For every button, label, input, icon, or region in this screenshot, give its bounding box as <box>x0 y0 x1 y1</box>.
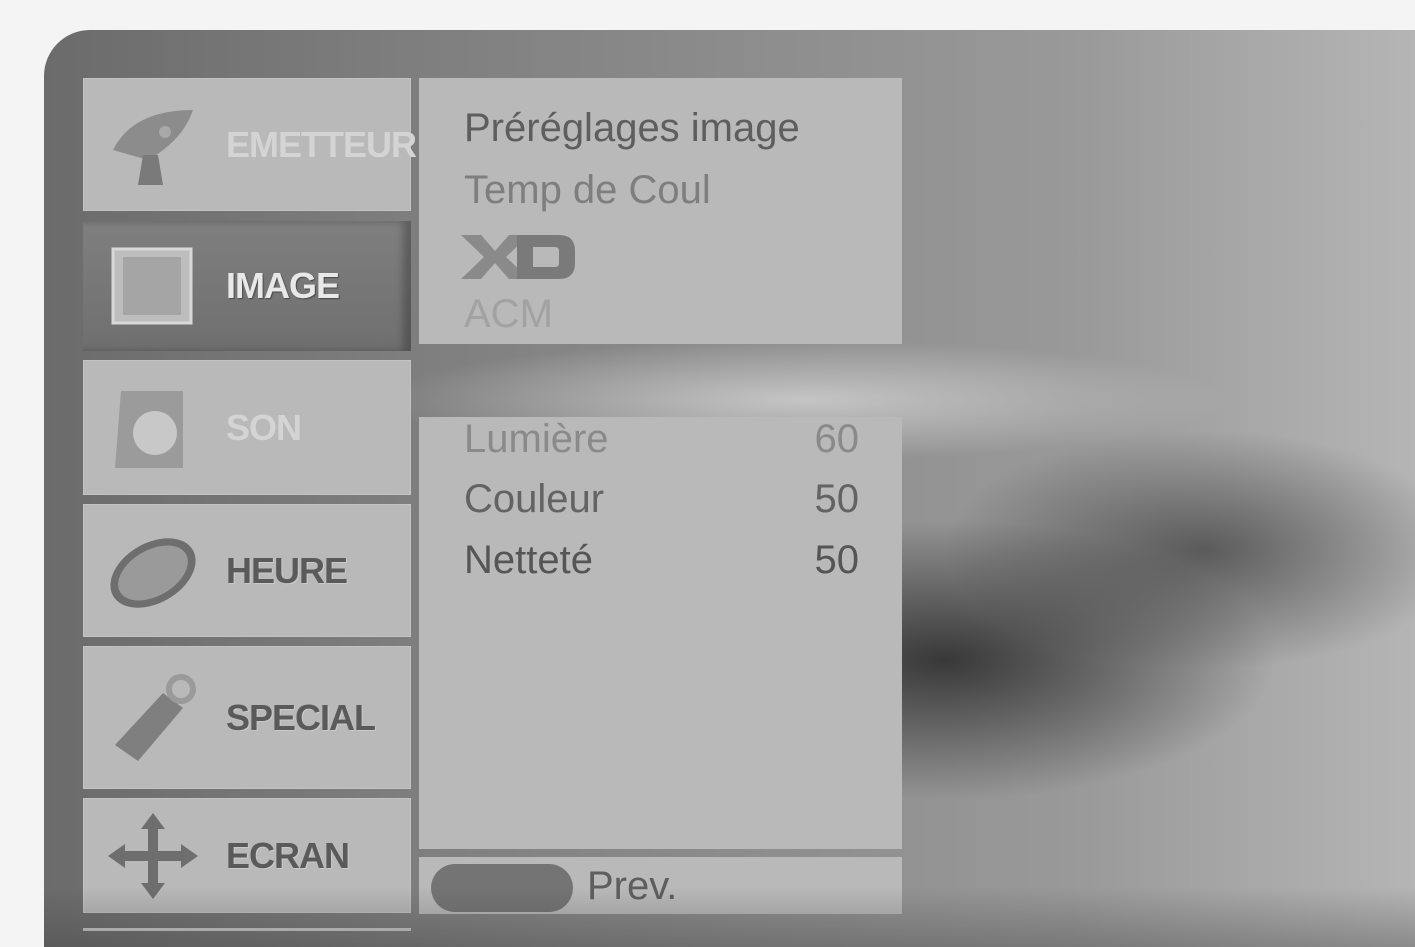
menu-item-xd[interactable] <box>459 233 579 286</box>
row-value: 50 <box>814 538 860 582</box>
tab-image[interactable]: IMAGE <box>83 221 411 351</box>
prev-label: Prev. <box>587 864 678 908</box>
row-value: 50 <box>814 477 860 521</box>
image-submenu-panel: Préréglages image Temp de Coul ACM <box>419 78 902 344</box>
picture-frame-icon <box>111 247 193 325</box>
adjustment-row-nettete[interactable]: Netteté 50 <box>464 538 859 586</box>
tv-osd-menu: EMETTEUR IMAGE SON HEURE SPECIAL ECRAN P… <box>44 30 1415 947</box>
tab-special[interactable]: SPECIAL <box>83 646 411 789</box>
footer-bar: Prev. <box>419 857 902 914</box>
speaker-icon <box>115 390 183 468</box>
tab-son[interactable]: SON <box>83 360 411 495</box>
row-value: 60 <box>814 417 860 461</box>
prev-key-button[interactable] <box>431 864 573 912</box>
tab-label: EMETTEUR <box>226 123 417 165</box>
tab-label: IMAGE <box>226 265 340 306</box>
adjustment-panel: Lumière 60 Couleur 50 Netteté 50 <box>419 417 902 849</box>
sidebar-divider <box>83 928 411 931</box>
satellite-dish-icon <box>113 109 193 185</box>
row-name: Netteté <box>464 538 593 582</box>
tag-icon <box>115 673 196 761</box>
menu-item-temp-couleur[interactable]: Temp de Coul <box>464 168 711 213</box>
tab-label: SPECIAL <box>226 696 376 738</box>
adjustment-row-couleur[interactable]: Couleur 50 <box>464 477 859 525</box>
tab-label: HEURE <box>226 549 348 591</box>
xd-logo-icon <box>461 235 575 279</box>
tab-label: ECRAN <box>226 834 350 876</box>
menu-item-prereglages[interactable]: Préréglages image <box>464 106 800 151</box>
adjustment-row-lumiere[interactable]: Lumière 60 <box>464 417 859 465</box>
tab-label: SON <box>226 406 302 448</box>
clock-icon <box>110 537 196 608</box>
menu-item-acm[interactable]: ACM <box>464 292 553 337</box>
tab-emetteur[interactable]: EMETTEUR <box>83 78 417 211</box>
tab-heure[interactable]: HEURE <box>83 504 411 637</box>
row-name: Lumière <box>464 417 609 461</box>
move-arrows-icon <box>108 812 198 899</box>
row-name: Couleur <box>464 477 605 521</box>
tab-ecran[interactable]: ECRAN <box>83 798 411 913</box>
